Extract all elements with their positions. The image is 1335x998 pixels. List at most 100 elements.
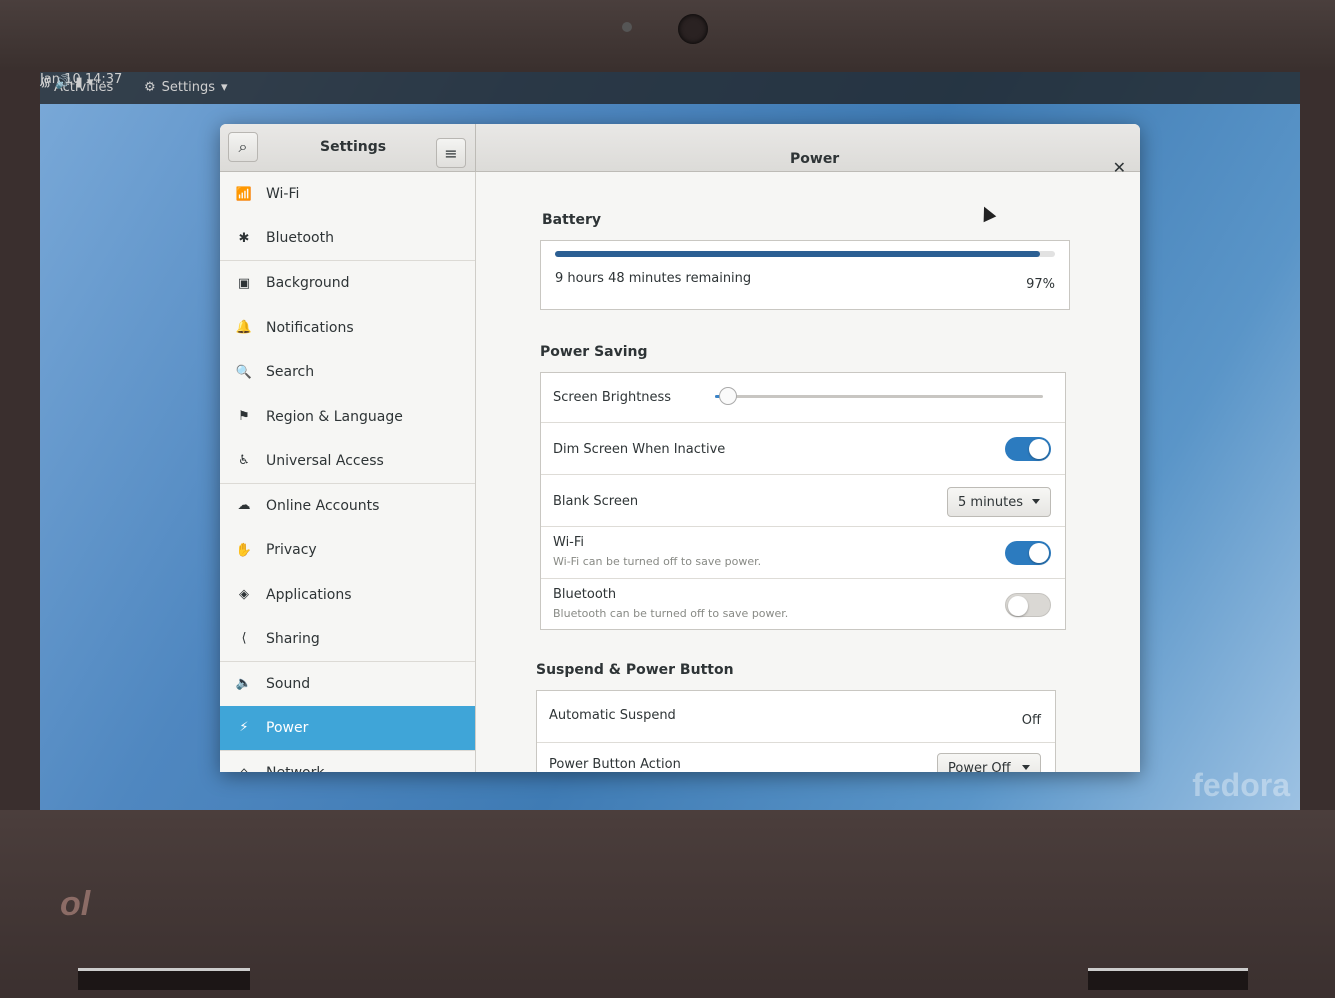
screen-brightness-slider[interactable] [715, 387, 1043, 405]
wifi-power-description: Wi-Fi can be turned off to save power. [553, 555, 762, 568]
sidebar-item-label: Universal Access [266, 452, 384, 469]
webcam-icon [678, 14, 708, 44]
wifi-status-icon: ᯾ [40, 75, 52, 90]
battery-status-icon: ▮ [75, 75, 83, 90]
search-icon: 🔍 [235, 364, 253, 380]
switch-knob [1029, 543, 1049, 563]
sidebar-item-label: Region & Language [266, 408, 403, 425]
app-menu-label: Settings [161, 80, 215, 95]
sidebar-item-power[interactable]: ⚡ Power [220, 706, 475, 751]
bluetooth-power-switch[interactable] [1005, 593, 1051, 617]
settings-window: ⌕ Settings ≡ Power ✕ 📶 Wi-Fi ✱ Bluetooth ▣ Ba… [220, 124, 1140, 772]
background-icon: ▣ [237, 275, 251, 291]
app-menu-button[interactable]: ⚙ Settings ▾ [144, 80, 228, 95]
brightness-slider-handle[interactable] [719, 387, 738, 405]
battery-level-fill [555, 251, 1040, 257]
sidebar-item-online-accounts[interactable]: ☁ Online Accounts [220, 484, 475, 529]
sidebar-item-label: Bluetooth [266, 230, 334, 247]
power-button-action-dropdown[interactable]: Power Off [937, 753, 1041, 772]
hamburger-icon: ≡ [444, 143, 458, 163]
settings-sidebar: 📶 Wi-Fi ✱ Bluetooth ▣ Background 🔔 Notification… [220, 172, 476, 772]
sidebar-item-label: Privacy [266, 542, 317, 559]
automatic-suspend-row[interactable]: Automatic Suspend Off [537, 691, 1055, 743]
power-icon: ⚡ [239, 720, 249, 736]
wifi-power-switch[interactable] [1005, 541, 1051, 565]
wifi-power-row: Wi-Fi Wi-Fi can be turned off to save po… [541, 527, 1065, 579]
sidebar-item-label: Sharing [266, 630, 320, 647]
power-button-action-label: Power Button Action [549, 757, 681, 772]
sidebar-item-label: Network [266, 765, 324, 772]
automatic-suspend-label: Automatic Suspend [549, 708, 676, 723]
gnome-top-bar: Activities ⚙ Settings ▾ [40, 72, 1300, 104]
sidebar-item-notifications[interactable]: 🔔 Notifications [220, 306, 475, 351]
volume-icon: 🔊 [55, 75, 72, 90]
blank-screen-value: 5 minutes [958, 494, 1024, 510]
sidebar-item-label: Applications [266, 586, 352, 603]
system-tray[interactable]: ᯾ 🔊 ▮ ▾ [40, 72, 93, 90]
sidebar-item-label: Power [266, 719, 309, 736]
chevron-down-icon: ▾ [86, 75, 94, 90]
share-icon: ⟨ [241, 631, 247, 647]
desktop-screen: Activities ⚙ Settings ▾ Jan 10 14:37 ᯾ 🔊… [40, 72, 1300, 812]
bluetooth-power-row: Bluetooth Bluetooth can be turned off to… [541, 579, 1065, 631]
sidebar-item-label: Notifications [266, 319, 354, 336]
panel-title: Power [790, 151, 840, 167]
blank-screen-row: Blank Screen 5 minutes [541, 475, 1065, 527]
suspend-section-title: Suspend & Power Button [536, 662, 734, 678]
sidebar-item-universal-access[interactable]: ♿ Universal Access [220, 439, 475, 484]
sidebar-item-label: Background [266, 275, 350, 292]
power-saving-section-title: Power Saving [540, 344, 648, 360]
bluetooth-power-description: Bluetooth can be turned off to save powe… [553, 607, 789, 620]
sidebar-item-label: Online Accounts [266, 497, 380, 514]
flag-icon: ⚑ [238, 409, 250, 425]
dim-screen-switch[interactable] [1005, 437, 1051, 461]
chevron-down-icon: ▾ [220, 80, 228, 95]
sidebar-item-privacy[interactable]: ✋ Privacy [220, 528, 475, 573]
switch-knob [1029, 439, 1049, 459]
fedora-logo: fedora [1192, 767, 1290, 803]
automatic-suspend-value: Off [1021, 713, 1041, 728]
battery-section-title: Battery [542, 212, 602, 228]
battery-percent: 97% [1026, 277, 1055, 292]
sensor-icon [622, 22, 632, 32]
wifi-icon: 📶 [235, 186, 253, 202]
power-saving-frame: Screen Brightness Dim Screen When Inacti… [540, 372, 1066, 630]
laptop-brand-mark: ol [60, 885, 91, 923]
blank-screen-dropdown[interactable]: 5 minutes [947, 487, 1051, 517]
sidebar-item-bluetooth[interactable]: ✱ Bluetooth [220, 217, 475, 261]
menu-button[interactable]: ≡ [436, 138, 466, 168]
gear-icon: ⚙ [144, 80, 156, 95]
dim-screen-label: Dim Screen When Inactive [553, 442, 726, 457]
bluetooth-power-label: Bluetooth [553, 587, 617, 602]
screen-brightness-row: Screen Brightness [541, 373, 1065, 423]
applications-icon: ◈ [239, 587, 249, 603]
screen-brightness-label: Screen Brightness [553, 390, 672, 405]
sidebar-item-background[interactable]: ▣ Background [220, 261, 475, 306]
switch-knob [1008, 596, 1028, 616]
cloud-icon: ☁ [237, 498, 251, 514]
sidebar-item-search[interactable]: 🔍 Search [220, 350, 475, 395]
search-button[interactable]: ⌕ [228, 132, 258, 162]
sidebar-item-applications[interactable]: ◈ Applications [220, 573, 475, 618]
accessibility-icon: ♿ [238, 453, 250, 469]
sidebar-item-sharing[interactable]: ⟨ Sharing [220, 617, 475, 662]
battery-level-bar [555, 251, 1055, 257]
chevron-down-icon [1032, 499, 1040, 504]
chevron-down-icon [1022, 765, 1030, 770]
sidebar-item-wi-fi[interactable]: 📶 Wi-Fi [220, 172, 475, 217]
sidebar-item-label: Wi-Fi [266, 186, 300, 203]
sidebar-item-network[interactable]: ⌂ Network [220, 751, 475, 772]
hinge-left [78, 968, 250, 990]
bell-icon: 🔔 [235, 320, 253, 336]
hand-icon: ✋ [235, 542, 253, 558]
sidebar-item-region-language[interactable]: ⚑ Region & Language [220, 395, 475, 440]
power-panel: Battery 9 hours 48 minutes remaining 97%… [476, 172, 1140, 772]
suspend-frame: Automatic Suspend Off Power Button Actio… [536, 690, 1056, 772]
bluetooth-icon: ✱ [238, 230, 250, 246]
sidebar-item-sound[interactable]: 🔈 Sound [220, 662, 475, 707]
battery-frame: 9 hours 48 minutes remaining 97% [540, 240, 1070, 310]
sidebar-item-label: Sound [266, 675, 311, 692]
settings-title: Settings [320, 139, 387, 155]
sidebar-item-label: Search [266, 364, 315, 381]
power-button-action-value: Power Off [948, 760, 1011, 773]
